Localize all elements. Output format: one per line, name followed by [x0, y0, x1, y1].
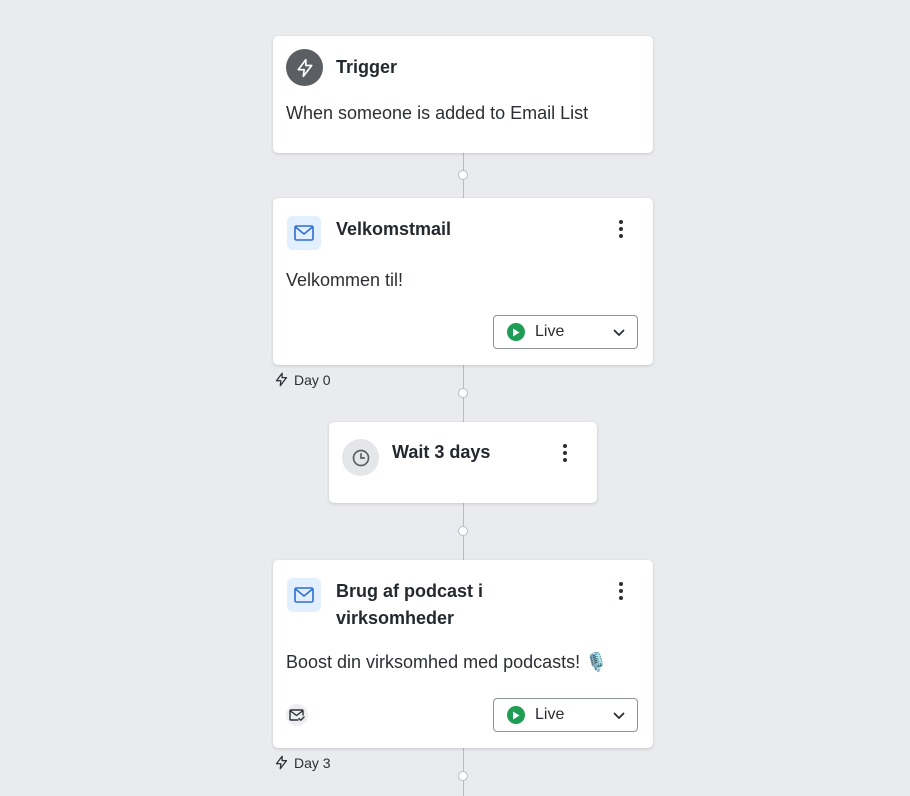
connector-dot	[458, 771, 468, 781]
more-options-button[interactable]	[555, 441, 575, 465]
status-dropdown[interactable]: Live	[493, 315, 638, 349]
trigger-description: When someone is added to Email List	[286, 103, 589, 123]
wait-step-title: Wait 3 days	[392, 442, 491, 462]
email-step-title: Velkomstmail	[336, 219, 452, 239]
email-step-card[interactable]: Brug af podcast i virksomheder Boost din…	[273, 560, 653, 748]
email-preview-text: Velkommen til!	[286, 270, 404, 290]
connector-dot	[458, 526, 468, 536]
lightning-icon	[275, 755, 288, 770]
day-offset-label: Day 0	[274, 371, 331, 388]
chevron-down-icon	[613, 712, 625, 719]
wait-step-card[interactable]: Wait 3 days	[329, 422, 597, 503]
more-options-button[interactable]	[611, 579, 631, 603]
status-label: Live	[535, 323, 565, 340]
mail-icon	[287, 216, 321, 250]
status-label: Live	[535, 706, 565, 723]
connector-dot	[458, 170, 468, 180]
play-icon	[507, 323, 525, 341]
email-preview-text: Boost din virksomhed med podcasts! 🎙️	[286, 652, 608, 672]
chevron-down-icon	[613, 329, 625, 336]
email-step-title-line1: Brug af podcast i	[336, 581, 484, 601]
day-offset-text: Day 3	[294, 754, 331, 771]
day-offset-text: Day 0	[294, 371, 331, 388]
clock-icon	[342, 439, 379, 476]
status-dropdown[interactable]: Live	[493, 698, 638, 732]
email-step-card[interactable]: Velkomstmail Velkommen til! Live	[273, 198, 653, 365]
day-offset-label: Day 3	[274, 754, 331, 771]
trigger-card[interactable]: Trigger When someone is added to Email L…	[273, 36, 653, 153]
lightning-icon	[286, 49, 323, 86]
lightning-icon	[275, 372, 288, 387]
email-step-title-line2: virksomheder	[336, 608, 455, 628]
mail-icon	[287, 578, 321, 612]
more-options-button[interactable]	[611, 217, 631, 241]
connector-dot	[458, 388, 468, 398]
play-icon	[507, 706, 525, 724]
trigger-title: Trigger	[336, 57, 398, 77]
mail-check-icon	[286, 704, 308, 726]
